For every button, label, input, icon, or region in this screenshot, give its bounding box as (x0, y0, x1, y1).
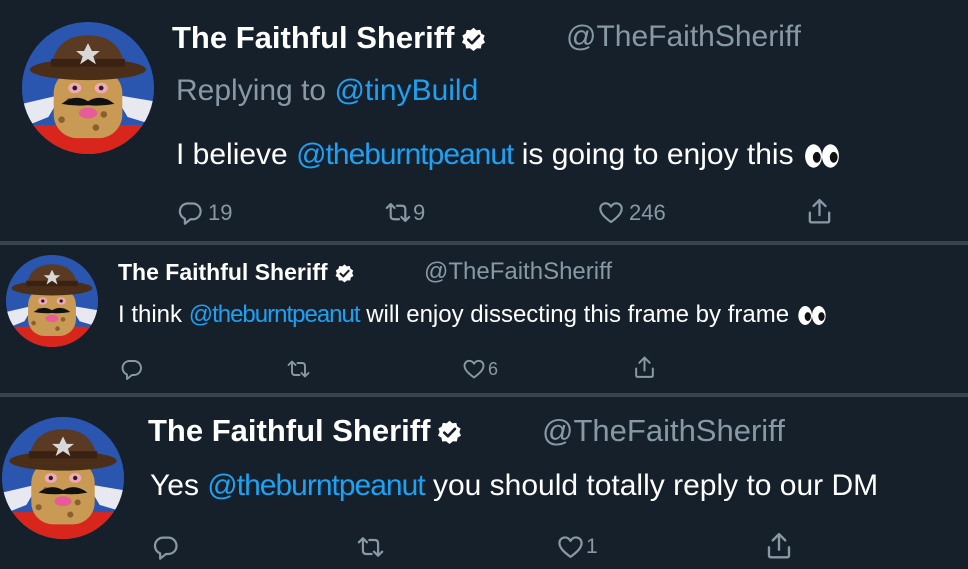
author-name-text: The Faithful Sheriff (148, 413, 431, 448)
tweet-text-start: I believe (176, 138, 288, 171)
mention-link[interactable]: @theburntpeanut (296, 138, 514, 171)
share-icon (805, 197, 834, 226)
replying-to: Replying to @tinyBuild (176, 74, 478, 108)
author-handle[interactable]: @TheFaithSheriff (424, 258, 612, 286)
retweet-icon (286, 357, 311, 381)
mention-link[interactable]: @theburntpeanut (207, 469, 425, 502)
like-button[interactable]: 6 (462, 357, 498, 381)
author-handle[interactable]: @TheFaithSheriff (542, 413, 785, 449)
author-name[interactable]: The Faithful Sheriff (172, 20, 487, 56)
author-name[interactable]: The Faithful Sheriff (148, 413, 463, 449)
retweet-button[interactable] (356, 533, 385, 561)
tweet-text-start: I think (118, 301, 183, 328)
heart-icon (462, 357, 486, 381)
reply-button[interactable]: 19 (177, 199, 232, 226)
tweet-1[interactable]: The Faithful Sheriff @TheFaithSheriff Re… (0, 0, 968, 241)
reply-icon (177, 199, 204, 226)
author-name-text: The Faithful Sheriff (172, 20, 455, 55)
eyes-icon (796, 305, 828, 326)
share-icon (764, 531, 794, 561)
heart-icon (556, 533, 585, 561)
reply-icon (152, 533, 180, 561)
tweet-text-end: you should totally reply to our DM (432, 469, 879, 502)
retweet-icon (384, 199, 412, 226)
verified-icon (460, 26, 487, 53)
reply-button[interactable] (152, 533, 180, 561)
avatar[interactable] (2, 417, 124, 539)
like-count: 6 (488, 358, 499, 379)
tweet-text: Yes @theburntpeanut you should totally r… (150, 469, 878, 503)
tweet-text: I think @theburntpeanut will enjoy disse… (118, 301, 828, 329)
author-name-text: The Faithful Sheriff (118, 259, 328, 285)
mention-link[interactable]: @theburntpeanut (189, 301, 361, 328)
replying-to-prefix: Replying to (176, 74, 327, 107)
reply-count: 19 (208, 199, 233, 225)
avatar[interactable] (6, 255, 98, 347)
retweet-button[interactable] (286, 357, 311, 381)
replying-to-mention[interactable]: @tinyBuild (334, 74, 478, 107)
reply-icon (120, 357, 144, 381)
verified-icon (334, 263, 355, 284)
verified-icon (436, 419, 463, 446)
reply-button[interactable] (120, 357, 144, 381)
tweet-2[interactable]: The Faithful Sheriff @TheFaithSheriff I … (0, 245, 968, 393)
tweet-text: I believe @theburntpeanut is going to en… (176, 138, 842, 172)
tweet-3[interactable]: The Faithful Sheriff @TheFaithSheriff Ye… (0, 397, 968, 569)
retweet-count: 9 (413, 199, 426, 225)
author-handle[interactable]: @TheFaithSheriff (566, 20, 801, 54)
share-button[interactable] (764, 531, 794, 561)
tweet-text-start: Yes (150, 469, 199, 502)
avatar[interactable] (22, 22, 154, 154)
retweet-button[interactable]: 9 (384, 199, 425, 226)
retweet-icon (356, 533, 385, 561)
eyes-icon (802, 143, 842, 169)
like-count: 246 (629, 199, 666, 225)
share-icon (632, 355, 657, 380)
share-button[interactable] (805, 197, 834, 226)
author-name[interactable]: The Faithful Sheriff (118, 259, 355, 286)
share-button[interactable] (632, 355, 657, 380)
heart-icon (597, 199, 625, 226)
like-button[interactable]: 1 (556, 533, 598, 561)
tweet-text-end: will enjoy dissecting this frame by fram… (366, 301, 790, 328)
like-button[interactable]: 246 (597, 199, 666, 226)
like-count: 1 (586, 535, 598, 558)
tweet-text-end: is going to enjoy this (521, 138, 794, 171)
